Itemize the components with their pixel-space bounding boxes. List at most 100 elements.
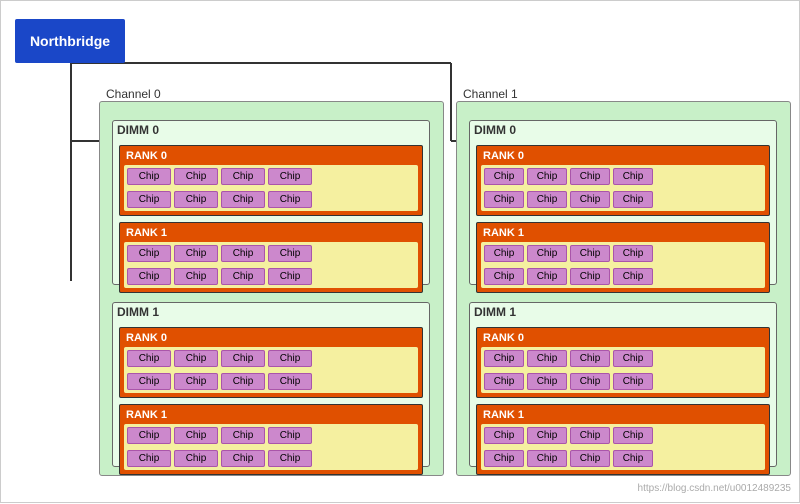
chip: Chip — [127, 350, 171, 367]
chip-row: Chip Chip Chip Chip — [127, 245, 415, 262]
chip: Chip — [613, 245, 653, 262]
ch0-dimm1-label: DIMM 1 — [113, 303, 429, 321]
ch0-dimm1-rank0-chips: Chip Chip Chip Chip Chip Chip Chip Chip — [124, 347, 418, 393]
chip: Chip — [174, 191, 218, 208]
chip: Chip — [484, 168, 524, 185]
watermark: https://blog.csdn.net/u0012489235 — [638, 483, 791, 494]
chip: Chip — [127, 450, 171, 467]
page-container: Northbridge Channel 0 Channel 1 DIMM 0 R… — [0, 0, 800, 503]
chip: Chip — [174, 373, 218, 390]
chip: Chip — [484, 268, 524, 285]
chip: Chip — [174, 427, 218, 444]
chip: Chip — [484, 191, 524, 208]
chip-row: Chip Chip Chip Chip — [127, 168, 415, 185]
chip: Chip — [527, 168, 567, 185]
chip-row: Chip Chip Chip Chip — [127, 268, 415, 285]
chip-row: Chip Chip Chip Chip — [127, 350, 415, 367]
chip: Chip — [484, 245, 524, 262]
chip-row: Chip Chip Chip Chip — [484, 191, 762, 208]
ch0-dimm1-rank0-label: RANK 0 — [124, 332, 418, 344]
ch0-dimm1: DIMM 1 RANK 0 Chip Chip Chip Chip Chip C… — [112, 302, 430, 467]
ch1-dimm1-rank0-chips: Chip Chip Chip Chip Chip Chip Chip Chip — [481, 347, 765, 393]
ch1-dimm0-rank1-label: RANK 1 — [481, 227, 765, 239]
chip-row: Chip Chip Chip Chip — [484, 350, 762, 367]
chip: Chip — [570, 268, 610, 285]
channel-0-container: DIMM 0 RANK 0 Chip Chip Chip Chip Chip C… — [99, 101, 444, 476]
ch0-dimm0-rank1: RANK 1 Chip Chip Chip Chip Chip Chip Chi… — [119, 222, 423, 293]
ch0-dimm1-rank1-label: RANK 1 — [124, 409, 418, 421]
chip: Chip — [268, 245, 312, 262]
chip: Chip — [221, 168, 265, 185]
chip: Chip — [527, 427, 567, 444]
ch0-dimm1-rank0: RANK 0 Chip Chip Chip Chip Chip Chip Chi… — [119, 327, 423, 398]
chip: Chip — [613, 373, 653, 390]
ch1-dimm0-rank0-label: RANK 0 — [481, 150, 765, 162]
ch0-dimm1-rank1-chips: Chip Chip Chip Chip Chip Chip Chip Chip — [124, 424, 418, 470]
chip: Chip — [527, 268, 567, 285]
channel-1-container: DIMM 0 RANK 0 Chip Chip Chip Chip Chip C… — [456, 101, 791, 476]
ch0-dimm0-rank0-chips: Chip Chip Chip Chip Chip Chip Chip Chip — [124, 165, 418, 211]
chip: Chip — [484, 373, 524, 390]
chip-row: Chip Chip Chip Chip — [127, 191, 415, 208]
chip: Chip — [570, 191, 610, 208]
chip-row: Chip Chip Chip Chip — [127, 450, 415, 467]
ch1-dimm0-rank0: RANK 0 Chip Chip Chip Chip Chip Chip Chi… — [476, 145, 770, 216]
chip: Chip — [484, 427, 524, 444]
chip: Chip — [221, 268, 265, 285]
ch0-dimm0-rank0-label: RANK 0 — [124, 150, 418, 162]
chip-row: Chip Chip Chip Chip — [484, 373, 762, 390]
chip: Chip — [613, 268, 653, 285]
chip: Chip — [570, 450, 610, 467]
chip: Chip — [570, 427, 610, 444]
chip: Chip — [613, 168, 653, 185]
chip: Chip — [484, 350, 524, 367]
channel-0-label: Channel 0 — [106, 87, 161, 101]
chip: Chip — [221, 373, 265, 390]
chip-row: Chip Chip Chip Chip — [484, 268, 762, 285]
chip: Chip — [174, 168, 218, 185]
chip: Chip — [268, 268, 312, 285]
chip: Chip — [570, 168, 610, 185]
chip: Chip — [613, 191, 653, 208]
ch0-dimm0: DIMM 0 RANK 0 Chip Chip Chip Chip Chip C… — [112, 120, 430, 285]
chip: Chip — [268, 191, 312, 208]
chip: Chip — [127, 373, 171, 390]
chip: Chip — [221, 245, 265, 262]
chip: Chip — [221, 350, 265, 367]
chip-row: Chip Chip Chip Chip — [484, 245, 762, 262]
chip: Chip — [613, 450, 653, 467]
chip-row: Chip Chip Chip Chip — [484, 427, 762, 444]
chip: Chip — [127, 245, 171, 262]
chip: Chip — [174, 450, 218, 467]
chip: Chip — [527, 373, 567, 390]
ch0-dimm0-rank1-label: RANK 1 — [124, 227, 418, 239]
chip: Chip — [527, 450, 567, 467]
chip: Chip — [268, 350, 312, 367]
chip: Chip — [221, 427, 265, 444]
ch1-dimm0-label: DIMM 0 — [470, 121, 776, 139]
chip: Chip — [174, 268, 218, 285]
chip: Chip — [613, 427, 653, 444]
ch1-dimm1-rank1-chips: Chip Chip Chip Chip Chip Chip Chip Chip — [481, 424, 765, 470]
ch1-dimm0-rank0-chips: Chip Chip Chip Chip Chip Chip Chip Chip — [481, 165, 765, 211]
chip: Chip — [613, 350, 653, 367]
ch1-dimm0: DIMM 0 RANK 0 Chip Chip Chip Chip Chip C… — [469, 120, 777, 285]
chip-row: Chip Chip Chip Chip — [484, 450, 762, 467]
ch1-dimm1-rank0-label: RANK 0 — [481, 332, 765, 344]
chip: Chip — [570, 350, 610, 367]
northbridge-label: Northbridge — [30, 33, 110, 49]
ch1-dimm0-rank1-chips: Chip Chip Chip Chip Chip Chip Chip Chip — [481, 242, 765, 288]
northbridge-block: Northbridge — [15, 19, 125, 63]
chip: Chip — [527, 245, 567, 262]
ch1-dimm1-rank0: RANK 0 Chip Chip Chip Chip Chip Chip Chi… — [476, 327, 770, 398]
ch0-dimm0-rank1-chips: Chip Chip Chip Chip Chip Chip Chip Chip — [124, 242, 418, 288]
ch0-dimm1-rank1: RANK 1 Chip Chip Chip Chip Chip Chip Chi… — [119, 404, 423, 475]
chip: Chip — [221, 191, 265, 208]
ch1-dimm1-rank1-label: RANK 1 — [481, 409, 765, 421]
chip: Chip — [268, 373, 312, 390]
ch1-dimm0-rank1: RANK 1 Chip Chip Chip Chip Chip Chip Chi… — [476, 222, 770, 293]
chip: Chip — [127, 191, 171, 208]
ch1-dimm1: DIMM 1 RANK 0 Chip Chip Chip Chip Chip C… — [469, 302, 777, 467]
chip: Chip — [127, 427, 171, 444]
chip: Chip — [174, 350, 218, 367]
